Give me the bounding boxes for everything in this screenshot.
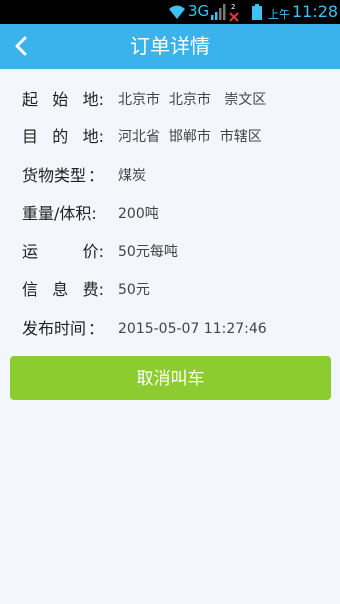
label-char: 发布时间: [22, 319, 87, 338]
battery-icon: [252, 4, 262, 20]
label-char: 价:: [82, 242, 104, 261]
label-char: 的: [52, 127, 69, 146]
app-header: 订单详情: [0, 24, 340, 69]
back-arrow-icon[interactable]: [8, 32, 36, 60]
clock: 11:28: [292, 2, 339, 21]
detail-value: 200吨: [118, 206, 159, 222]
label-char: 地:: [82, 127, 104, 146]
label-char: 费:: [82, 280, 104, 299]
detail-label: 信 息 费:: [22, 280, 104, 300]
sim-error-icon: 2: [229, 3, 239, 22]
detail-row-origin: 起 始 地: 北京市 北京市 崇文区: [0, 84, 340, 114]
detail-row-freight: 运 价: 50元每吨: [0, 236, 340, 266]
label-char: 地:: [82, 90, 104, 109]
detail-row-destination: 目 的 地: 河北省 邯郸市 市辖区: [0, 121, 340, 151]
label-char: 信: [22, 280, 39, 299]
label-char: 目: [22, 127, 39, 146]
detail-label: 起 始 地:: [22, 90, 104, 110]
wifi-icon: [169, 5, 185, 19]
label-char: 重量/体积:: [22, 204, 97, 223]
label-char: 起: [22, 90, 39, 109]
detail-label: 运 价:: [22, 242, 104, 262]
page-title: 订单详情: [130, 34, 210, 58]
detail-row-cargo-type: 货物类型 ： 煤炭: [0, 160, 340, 190]
detail-value: 煤炭: [118, 168, 146, 184]
svg-text:2: 2: [231, 3, 235, 11]
detail-value: 河北省 邯郸市 市辖区: [118, 129, 262, 145]
signal-icon: [211, 4, 226, 20]
network-type: 3G: [188, 2, 210, 20]
status-bar: 3G 2 上午 11:28: [0, 0, 340, 24]
label-char: 运: [22, 242, 39, 261]
label-char: 始: [52, 90, 69, 109]
detail-value: 2015-05-07 11:27:46: [118, 321, 267, 337]
detail-value: 50元每吨: [118, 244, 178, 260]
detail-label: 货物类型 ：: [22, 166, 104, 186]
detail-row-publish-time: 发布时间 ： 2015-05-07 11:27:46: [0, 313, 340, 343]
cancel-call-button[interactable]: 取消叫车: [10, 356, 331, 400]
time-ampm: 上午: [268, 8, 290, 21]
detail-label: 目 的 地:: [22, 127, 104, 147]
label-char: ：: [87, 319, 104, 338]
detail-value: 北京市 北京市 崇文区: [118, 92, 267, 108]
detail-row-info-fee: 信 息 费: 50元: [0, 274, 340, 304]
detail-label: 重量/体积:: [22, 204, 104, 224]
screen: 3G 2 上午 11:28 订单详情 起 始 地: 北京市 北京市 崇文区 目 …: [0, 0, 340, 604]
label-char: 货物类型: [22, 166, 87, 185]
detail-label: 发布时间 ：: [22, 319, 104, 339]
label-char: 息: [52, 280, 69, 299]
label-char: ：: [87, 166, 104, 185]
detail-row-weight: 重量/体积: 200吨: [0, 198, 340, 228]
detail-value: 50元: [118, 282, 150, 298]
